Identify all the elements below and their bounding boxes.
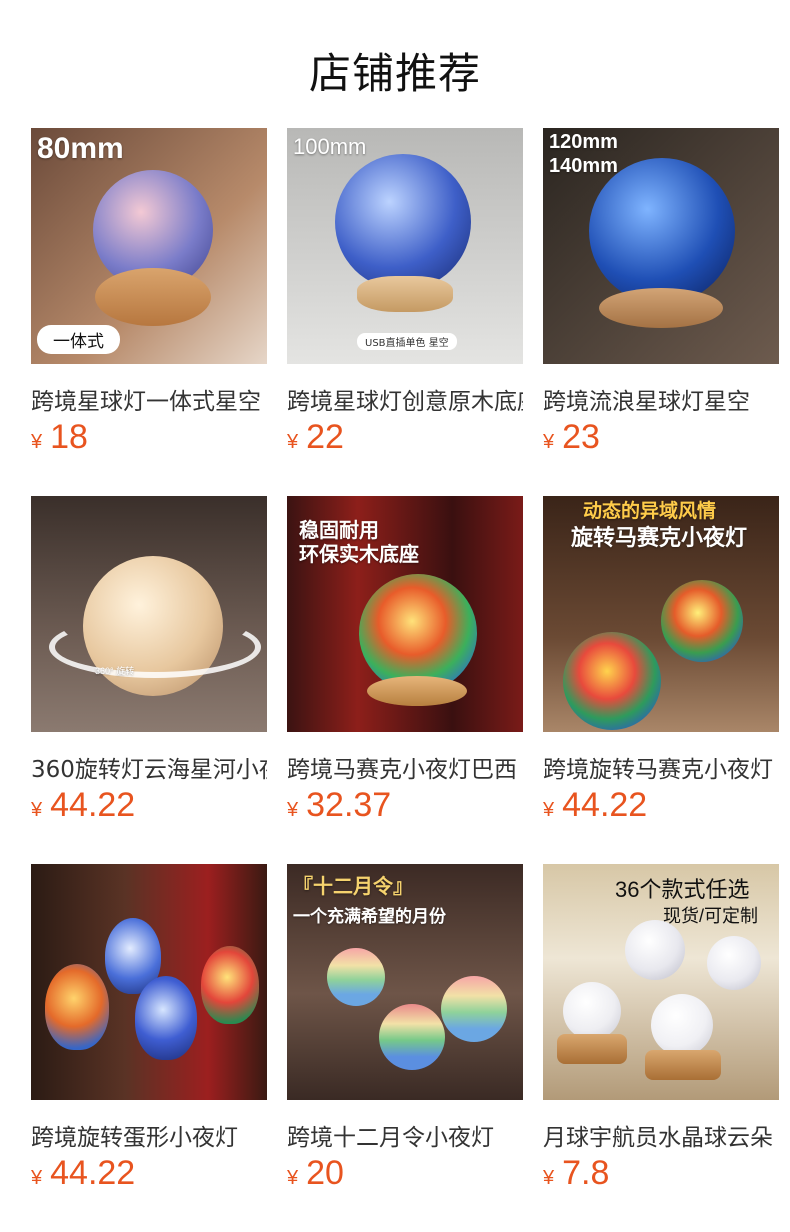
price-value: 44.22 — [50, 786, 136, 824]
price-value: 18 — [50, 418, 88, 456]
promo-line: 旋转马赛克小夜灯 — [571, 525, 748, 551]
product-name[interactable]: 跨境星球灯创意原木底座 — [287, 382, 523, 416]
page-header: 店铺推荐 — [0, 0, 790, 128]
product-image[interactable]: 100mm USB直插单色 星空 — [287, 128, 523, 364]
product-price: ¥22 — [287, 418, 344, 457]
price-value: 23 — [562, 418, 600, 456]
product-card[interactable]: 『十二月令』 一个充满希望的月份 跨境十二月令小夜灯 ¥20 — [287, 864, 523, 1204]
promo-line: 『十二月令』 — [293, 876, 413, 898]
rotation-arrow-icon — [49, 616, 261, 678]
size-label: 120mm — [549, 131, 618, 153]
size-label: 140mm — [549, 155, 618, 177]
promo-line: 一个充满希望的月份 — [293, 907, 446, 926]
currency-symbol: ¥ — [31, 431, 43, 453]
currency-symbol: ¥ — [287, 1167, 299, 1189]
product-price: ¥7.8 — [543, 1154, 609, 1193]
price-value: 44.22 — [562, 786, 648, 824]
product-price: ¥20 — [287, 1154, 344, 1193]
product-card[interactable]: 100mm USB直插单色 星空 跨境星球灯创意原木底座 ¥22 — [287, 128, 523, 468]
currency-symbol: ¥ — [543, 799, 555, 821]
product-name[interactable]: 360旋转灯云海星河小夜灯 — [31, 750, 267, 784]
currency-symbol: ¥ — [31, 1167, 43, 1189]
page-title: 店铺推荐 — [308, 49, 481, 98]
product-price: ¥44.22 — [31, 1154, 135, 1193]
price-value: 22 — [306, 418, 344, 456]
currency-symbol: ¥ — [287, 799, 299, 821]
product-image[interactable]: 36个款式任选 现货/可定制 — [543, 864, 779, 1100]
product-price: ¥44.22 — [31, 786, 135, 825]
product-card[interactable]: 360° 旋转 360旋转灯云海星河小夜灯 ¥44.22 — [31, 496, 267, 836]
product-image[interactable]: 『十二月令』 一个充满希望的月份 — [287, 864, 523, 1100]
promo-line: 动态的异域风情 — [583, 500, 717, 522]
product-name[interactable]: 跨境十二月令小夜灯 — [287, 1118, 523, 1152]
price-value: 7.8 — [562, 1154, 610, 1192]
currency-symbol: ¥ — [31, 799, 43, 821]
product-card[interactable]: 36个款式任选 现货/可定制 月球宇航员水晶球云朵 ¥7.8 — [543, 864, 779, 1204]
product-name[interactable]: 月球宇航员水晶球云朵 — [543, 1118, 779, 1152]
product-name[interactable]: 跨境旋转蛋形小夜灯 — [31, 1118, 267, 1152]
product-image[interactable]: 120mm 140mm — [543, 128, 779, 364]
size-label: 80mm — [37, 132, 124, 165]
product-price: ¥32.37 — [287, 786, 391, 825]
rotate-label: 360° 旋转 — [95, 666, 135, 676]
product-card[interactable]: 动态的异域风情 旋转马赛克小夜灯 跨境旋转马赛克小夜灯 ¥44.22 — [543, 496, 779, 836]
promo-line: 36个款式任选 — [615, 877, 750, 902]
product-card[interactable]: 80mm 一体式 跨境星球灯一体式星空 ¥18 — [31, 128, 267, 468]
price-value: 20 — [306, 1154, 344, 1192]
size-label: 100mm — [293, 134, 367, 159]
product-price: ¥18 — [31, 418, 88, 457]
promo-line: 环保实木底座 — [299, 542, 419, 566]
product-card[interactable]: 稳固耐用 环保实木底座 跨境马赛克小夜灯巴西 ¥32.37 — [287, 496, 523, 836]
promo-line: 现货/可定制 — [663, 906, 759, 926]
product-name[interactable]: 跨境流浪星球灯星空 — [543, 382, 779, 416]
product-image[interactable]: 80mm 一体式 — [31, 128, 267, 364]
currency-symbol: ¥ — [543, 1167, 555, 1189]
product-image[interactable] — [31, 864, 267, 1100]
price-value: 32.37 — [306, 786, 392, 824]
product-price: ¥23 — [543, 418, 600, 457]
product-image[interactable]: 动态的异域风情 旋转马赛克小夜灯 — [543, 496, 779, 732]
product-name[interactable]: 跨境旋转马赛克小夜灯 — [543, 750, 779, 784]
product-image[interactable]: 稳固耐用 环保实木底座 — [287, 496, 523, 732]
currency-symbol: ¥ — [287, 431, 299, 453]
product-tag: USB直插单色 星空 — [357, 333, 457, 350]
product-name[interactable]: 跨境马赛克小夜灯巴西 — [287, 750, 523, 784]
product-card[interactable]: 120mm 140mm 跨境流浪星球灯星空 ¥23 — [543, 128, 779, 468]
product-card[interactable]: 跨境旋转蛋形小夜灯 ¥44.22 — [31, 864, 267, 1204]
product-name[interactable]: 跨境星球灯一体式星空 — [31, 382, 267, 416]
product-price: ¥44.22 — [543, 786, 647, 825]
product-tag: 一体式 — [37, 325, 120, 354]
product-image[interactable]: 360° 旋转 — [31, 496, 267, 732]
price-value: 44.22 — [50, 1154, 136, 1192]
currency-symbol: ¥ — [543, 431, 555, 453]
